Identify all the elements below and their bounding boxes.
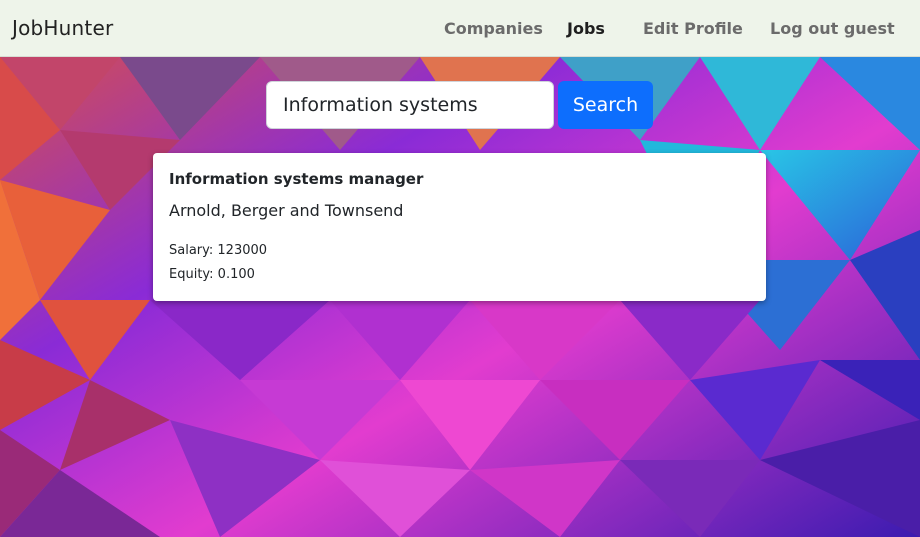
nav-item-edit-profile[interactable]: Edit Profile <box>643 19 743 38</box>
nav-item-logout[interactable]: Log out guest <box>770 19 895 38</box>
job-title: Information systems manager <box>169 170 424 188</box>
search-input[interactable] <box>266 81 554 129</box>
job-salary: Salary: 123000 <box>169 243 268 258</box>
search-button[interactable]: Search <box>558 81 653 129</box>
job-equity: Equity: 0.100 <box>169 267 255 282</box>
job-card[interactable]: Information systems manager Arnold, Berg… <box>153 153 766 301</box>
nav-item-companies[interactable]: Companies <box>444 19 543 38</box>
top-navbar: JobHunter Companies Jobs Edit Profile Lo… <box>0 0 920 57</box>
nav-item-jobs[interactable]: Jobs <box>567 19 605 38</box>
job-company: Arnold, Berger and Townsend <box>169 201 404 220</box>
brand-logo-link[interactable]: JobHunter <box>12 16 113 40</box>
